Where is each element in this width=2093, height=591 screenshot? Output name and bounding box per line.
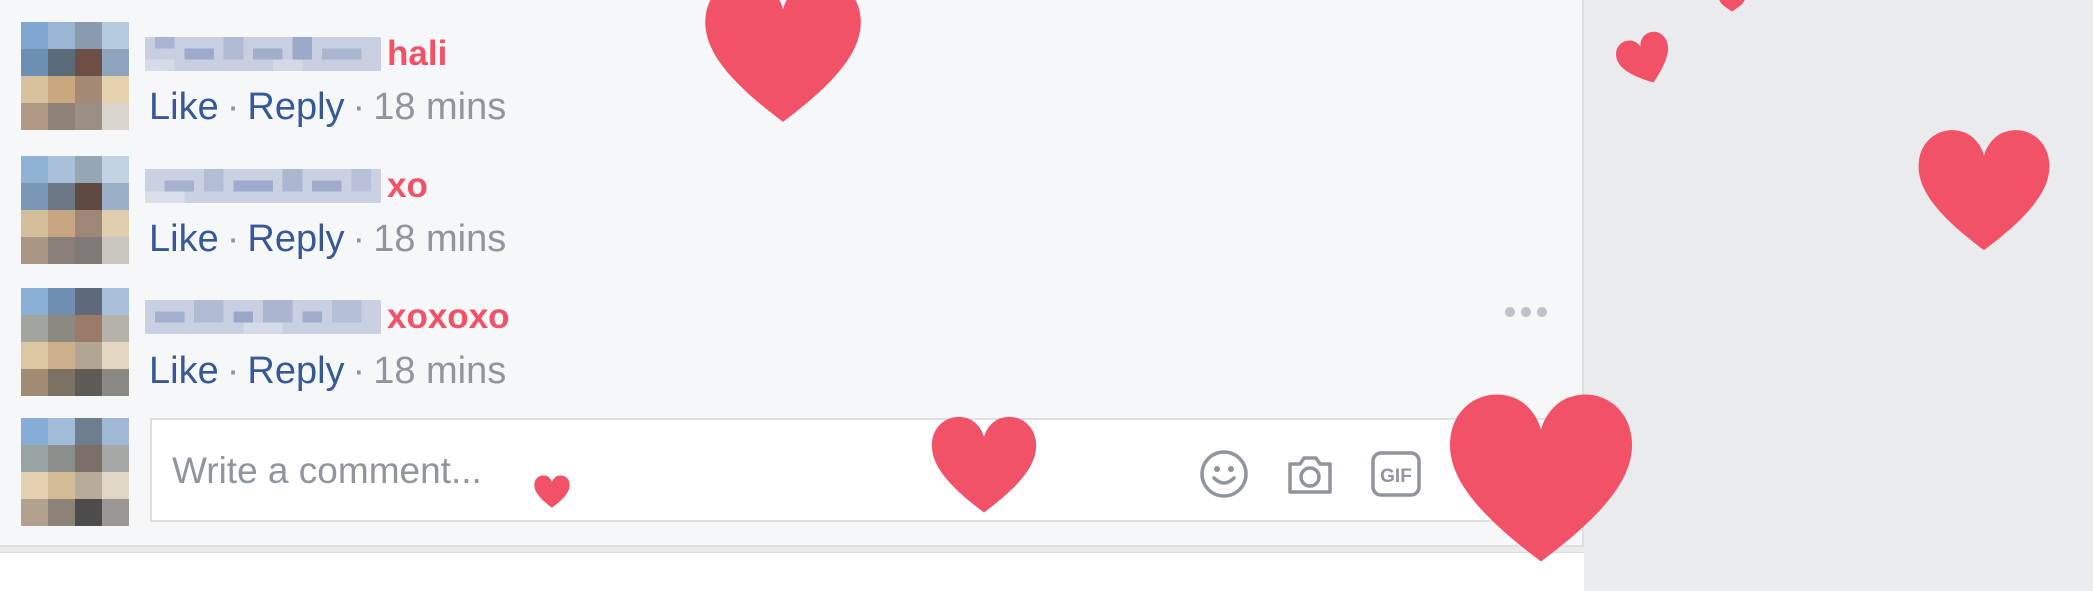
comment-text: xo (387, 166, 428, 205)
comment-text: xoxoxo (387, 297, 510, 336)
heart-icon (1449, 394, 1633, 562)
heart-icon (1719, 0, 1745, 12)
camera-icon[interactable] (1284, 448, 1336, 500)
comment-actions: Like · Reply · 18 mins (149, 218, 506, 261)
comment-text: hali (387, 34, 448, 73)
blurred-name (145, 300, 381, 334)
timestamp: 18 mins (373, 86, 507, 128)
more-options-icon[interactable] (1505, 300, 1547, 324)
current-user-avatar (21, 418, 129, 526)
comment-author[interactable]: xoxoxo (145, 295, 510, 339)
avatar[interactable] (21, 288, 129, 396)
gif-label: GIF (1380, 466, 1412, 487)
blurred-name (145, 169, 381, 203)
timestamp: 18 mins (373, 218, 507, 260)
comment-author[interactable]: xo (145, 164, 428, 208)
reply-link[interactable]: Reply (247, 350, 344, 392)
separator: · (226, 350, 240, 392)
like-link[interactable]: Like (149, 350, 219, 392)
footer-strip (0, 552, 1584, 591)
heart-icon (1918, 130, 2050, 251)
reply-link[interactable]: Reply (247, 218, 344, 260)
heart-icon (705, 0, 861, 122)
like-link[interactable]: Like (149, 218, 219, 260)
comment-author[interactable]: hali (145, 32, 447, 76)
heart-icon (931, 416, 1037, 513)
heart-icon (534, 475, 570, 508)
gif-icon[interactable]: GIF (1370, 448, 1422, 500)
separator: · (226, 86, 240, 128)
like-link[interactable]: Like (149, 86, 219, 128)
blurred-name (145, 37, 381, 71)
comment-actions: Like · Reply · 18 mins (149, 350, 506, 393)
reply-link[interactable]: Reply (247, 86, 344, 128)
comment-actions: Like · Reply · 18 mins (149, 86, 506, 129)
avatar[interactable] (21, 22, 129, 130)
emoji-icon[interactable] (1198, 448, 1250, 500)
comment-composer: GIF (150, 418, 1548, 522)
heart-icon (1616, 31, 1669, 83)
avatar[interactable] (21, 156, 129, 264)
separator: · (226, 218, 240, 260)
separator: · (352, 218, 366, 260)
separator: · (352, 86, 366, 128)
separator: · (352, 350, 366, 392)
timestamp: 18 mins (373, 350, 507, 392)
